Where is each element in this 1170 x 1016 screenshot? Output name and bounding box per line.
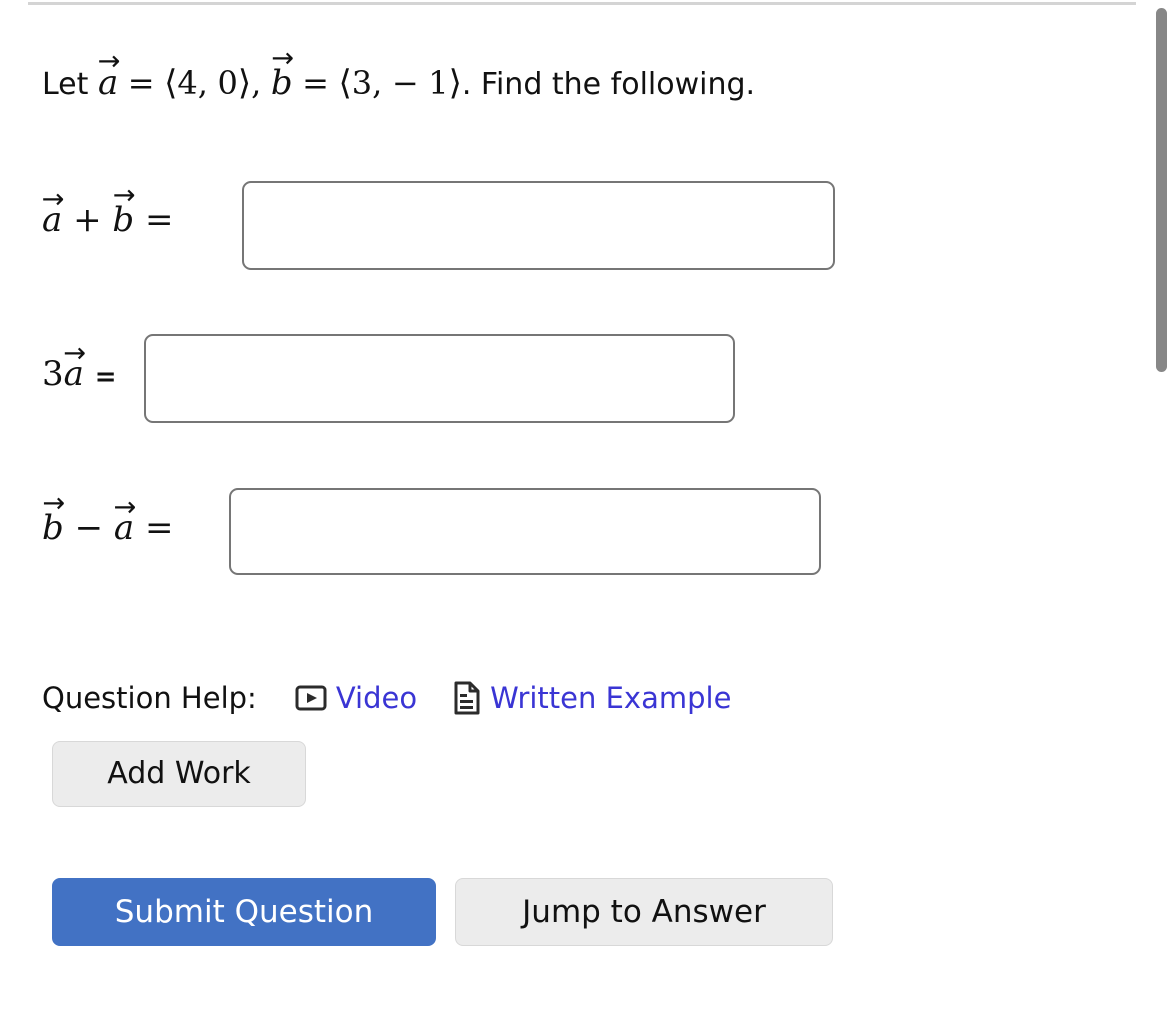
- angle-open-a: ⟨: [164, 63, 178, 103]
- scrollbar-thumb[interactable]: [1156, 8, 1167, 372]
- vector-a-symbol: → a: [42, 184, 65, 240]
- question-prompt: Let → a = ⟨4, 0⟩, → b = ⟨3, − 1⟩. Find the…: [42, 43, 756, 105]
- video-play-icon: [295, 684, 327, 712]
- vector-a-symbol: → a: [97, 46, 121, 105]
- part-b-minus-a-label: → b − → a =: [42, 488, 174, 548]
- jump-to-answer-button[interactable]: Jump to Answer: [455, 878, 833, 946]
- vector-b-symbol: → b: [270, 43, 294, 105]
- equals-sign: =: [144, 508, 174, 548]
- answer-input-a-plus-b[interactable]: [242, 181, 835, 270]
- vector-a-symbol: → a: [113, 492, 137, 548]
- question-help-label: Question Help:: [42, 681, 257, 715]
- prompt-tail: . Find the following.: [461, 67, 756, 102]
- answer-input-b-minus-a[interactable]: [229, 488, 821, 575]
- part-three-a-label: 3 → a =: [42, 338, 117, 394]
- operator-plus: +: [73, 200, 102, 240]
- vector-b-letter: b: [112, 200, 135, 240]
- vector-a-symbol: → a: [63, 338, 86, 394]
- add-work-button[interactable]: Add Work: [52, 741, 306, 807]
- angle-close-a: ⟩: [237, 63, 252, 103]
- vertical-scrollbar[interactable]: [1153, 0, 1170, 1016]
- written-example-label: Written Example: [490, 681, 732, 715]
- vector-b-x: 3: [351, 64, 373, 102]
- prompt-equals-1: =: [127, 64, 155, 102]
- vector-b-symbol: → b: [112, 180, 135, 240]
- answer-input-three-a[interactable]: [144, 334, 735, 423]
- submit-question-button[interactable]: Submit Question: [52, 878, 436, 946]
- vector-b-letter: b: [270, 63, 293, 103]
- operator-minus: −: [74, 508, 104, 548]
- vector-a-y: 0: [217, 64, 238, 102]
- vector-a-x: 4: [177, 64, 198, 102]
- angle-open-b: ⟨: [338, 63, 352, 103]
- vector-b-symbol: → b: [42, 488, 65, 548]
- video-help-link[interactable]: Video: [295, 681, 417, 715]
- vector-b-y: 1: [428, 64, 449, 102]
- document-lines-icon: [453, 681, 481, 715]
- equals-sign: =: [144, 200, 174, 240]
- prompt-separator: ,: [251, 64, 262, 102]
- prompt-lead: Let: [42, 67, 89, 102]
- part-a-plus-b-label: → a + → b =: [42, 180, 174, 240]
- video-help-label: Video: [335, 681, 418, 715]
- vector-a-letter: a: [42, 200, 63, 240]
- vector-a-letter: a: [97, 63, 119, 103]
- angle-close-b: ⟩: [448, 63, 462, 103]
- question-help-row: Question Help: Video Written Example: [42, 681, 731, 715]
- scalar-three: 3: [42, 354, 64, 394]
- vector-b-comma: ,: [372, 64, 383, 102]
- vector-b-letter: b: [42, 508, 64, 548]
- vector-a-letter: a: [63, 354, 84, 394]
- question-page: Let → a = ⟨4, 0⟩, → b = ⟨3, − 1⟩. Find the…: [0, 0, 1170, 1016]
- vector-a-comma: ,: [197, 64, 208, 102]
- written-example-link[interactable]: Written Example: [453, 681, 731, 715]
- question-content: Let → a = ⟨4, 0⟩, → b = ⟨3, − 1⟩. Find the…: [0, 0, 1130, 1016]
- prompt-equals-2: =: [302, 64, 329, 102]
- equals-sign: =: [94, 362, 117, 392]
- vector-b-minus: −: [391, 64, 419, 102]
- vector-a-letter: a: [113, 508, 135, 548]
